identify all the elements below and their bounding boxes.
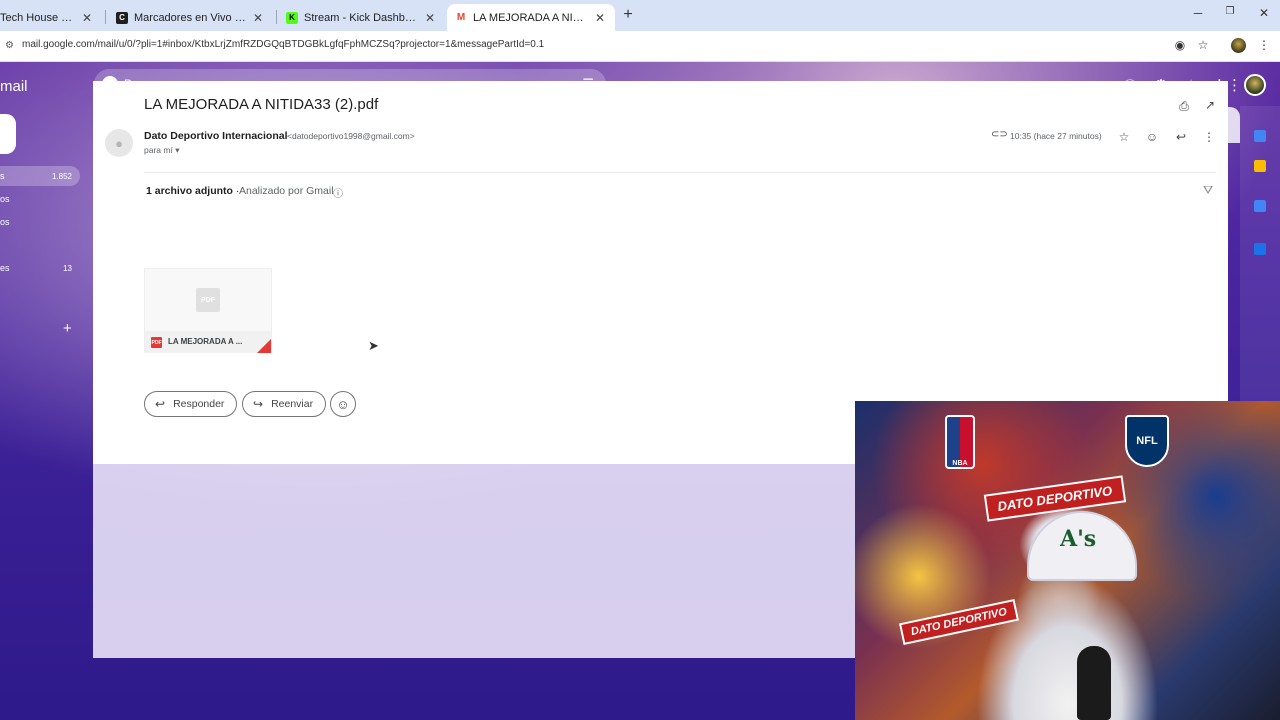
account-avatar[interactable] xyxy=(1244,74,1266,96)
attachment-name: LA MEJORADA A ... xyxy=(168,337,243,346)
emoji-react-button[interactable]: ☺ xyxy=(330,391,356,417)
forward-button-label: Reenviar xyxy=(271,398,314,410)
divider xyxy=(144,172,1216,173)
more-message-options-icon[interactable]: ⋮ xyxy=(1202,130,1216,144)
star-icon[interactable]: ☆ xyxy=(1117,130,1131,144)
nba-logo: NBA xyxy=(945,415,975,469)
attachment-clip-icon: ⊂⊃ xyxy=(991,129,1008,140)
tab-kick-dashboard[interactable]: K Stream - Kick Dashboard ✕ xyxy=(278,4,445,31)
cap-logo: A's xyxy=(1060,526,1097,552)
gmail-favicon-icon: M xyxy=(455,11,467,24)
chevron-down-icon: ▾ xyxy=(175,145,180,155)
calendar-icon[interactable] xyxy=(1254,130,1266,142)
attachment-thumbnail: PDF xyxy=(145,269,271,331)
info-icon[interactable]: ⓘ xyxy=(333,185,343,200)
attachments-count: 1 archivo adjunto · xyxy=(146,185,240,197)
sidebar-item-count: 1.852 xyxy=(51,171,72,181)
pdf-corner-fold xyxy=(257,339,271,353)
close-tab-icon[interactable]: ✕ xyxy=(593,11,607,25)
forward-button[interactable]: ↪ Reenviar xyxy=(242,391,327,417)
recipient-details[interactable]: para mí ▾ xyxy=(144,145,179,156)
compose-button[interactable] xyxy=(0,114,16,154)
minimize-window-icon[interactable]: ─ xyxy=(1190,6,1206,20)
add-label-icon[interactable]: + xyxy=(63,320,72,337)
tab-label: Tech House Mix | Janu xyxy=(0,11,76,24)
close-tab-icon[interactable]: ✕ xyxy=(251,11,265,25)
tab-separator xyxy=(105,10,106,24)
browser-profile-avatar[interactable] xyxy=(1231,38,1246,53)
attachment-footer: PDF LA MEJORADA A ... xyxy=(145,331,271,353)
reply-button[interactable]: ↩ Responder xyxy=(144,391,238,417)
attachments-scan-status: Analizado por Gmail xyxy=(239,185,334,197)
bookmark-star-icon[interactable]: ☆ xyxy=(1195,38,1211,52)
forward-arrow-icon: ↪ xyxy=(253,397,264,411)
tab-label: Marcadores en Vivo de Fútbol, xyxy=(134,11,247,24)
attachments-count-label: 1 archivo adjunto xyxy=(146,185,233,197)
open-in-new-window-icon[interactable]: ↗ xyxy=(1203,98,1217,112)
tab-separator xyxy=(276,10,277,24)
sidebar-item-label: os xyxy=(0,194,10,204)
microphone xyxy=(1077,646,1111,720)
reply-button-label: Responder xyxy=(173,398,225,410)
attachment-card[interactable]: PDF PDF LA MEJORADA A ... xyxy=(144,268,272,353)
sender-name: Dato Deportivo Internacional xyxy=(144,130,288,142)
sidebar-item-4[interactable]: es 13 xyxy=(0,258,80,278)
tab-label: LA MEJORADA A NITIDA33 (2).p xyxy=(473,11,589,24)
nfl-logo: NFL xyxy=(1125,415,1169,467)
reply-arrow-icon: ↩ xyxy=(155,397,166,411)
sidebar-item-count: 13 xyxy=(63,263,72,273)
print-icon[interactable]: ⎙ xyxy=(1177,99,1191,114)
close-window-icon[interactable]: ✕ xyxy=(1256,6,1272,20)
sidebar-item-label: os xyxy=(0,217,10,227)
restore-window-icon[interactable]: ❐ xyxy=(1222,6,1238,17)
emoji-reaction-icon[interactable]: ☺ xyxy=(1145,130,1159,144)
close-tab-icon[interactable]: ✕ xyxy=(80,11,94,25)
reply-icon[interactable]: ↩ xyxy=(1174,130,1188,144)
pdf-thumbnail-icon: PDF xyxy=(196,288,220,312)
tasks-icon[interactable] xyxy=(1254,200,1266,212)
sidebar-item-inbox[interactable]: s 1.852 xyxy=(0,166,80,186)
message-time: 10:35 (hace 27 minutos) xyxy=(1010,131,1102,141)
recipient-label: para mí xyxy=(144,145,173,155)
sender-email: <datodeportivo1998@gmail.com> xyxy=(287,131,415,141)
tab-tech-house[interactable]: Tech House Mix | Janu ✕ xyxy=(0,4,102,31)
tab-marcadores[interactable]: C Marcadores en Vivo de Fútbol, ✕ xyxy=(108,4,273,31)
add-to-drive-icon[interactable]: ⛛ xyxy=(1203,183,1213,198)
message-view-empty-area xyxy=(93,464,855,658)
tab-label: Stream - Kick Dashboard xyxy=(304,11,419,24)
close-tab-icon[interactable]: ✕ xyxy=(423,11,437,25)
marcadores-favicon-icon: C xyxy=(116,11,128,24)
contacts-icon[interactable] xyxy=(1254,243,1266,255)
pdf-file-icon: PDF xyxy=(151,337,162,348)
url-field[interactable]: mail.google.com/mail/u/0/?pli=1#inbox/Kt… xyxy=(22,39,544,50)
sidebar-item-2[interactable]: os xyxy=(0,189,80,209)
keep-icon[interactable] xyxy=(1254,160,1266,172)
dato-deportivo-banner-small: DATO DEPORTIVO xyxy=(899,598,1019,646)
address-bar: ⚙ mail.google.com/mail/u/0/?pli=1#inbox/… xyxy=(0,31,1280,62)
webcam-overlay: NBA NFL DATO DEPORTIVO DATO DEPORTIVO A'… xyxy=(855,401,1280,720)
tab-gmail-message[interactable]: M LA MEJORADA A NITIDA33 (2).p ✕ xyxy=(447,4,615,31)
dato-deportivo-banner: DATO DEPORTIVO xyxy=(983,475,1126,522)
site-info-icon[interactable]: ⚙ xyxy=(5,40,14,51)
kick-favicon-icon: K xyxy=(286,11,298,24)
sidebar-item-label: es xyxy=(0,263,10,273)
sidebar-item-3[interactable]: os xyxy=(0,212,80,232)
eye-icon[interactable]: ◉ xyxy=(1172,38,1188,52)
browser-menu-icon[interactable]: ⋮ xyxy=(1256,38,1272,52)
message-subject: LA MEJORADA A NITIDA33 (2).pdf xyxy=(144,96,379,113)
new-tab-icon[interactable]: + xyxy=(620,6,636,24)
gmail-logo[interactable]: mail xyxy=(0,78,28,95)
browser-tabstrip: Tech House Mix | Janu ✕ C Marcadores en … xyxy=(0,0,1280,31)
sidebar-item-label: s xyxy=(0,171,5,181)
sender-avatar[interactable]: ● xyxy=(105,129,133,157)
mouse-cursor-icon: ➤ xyxy=(368,338,379,353)
